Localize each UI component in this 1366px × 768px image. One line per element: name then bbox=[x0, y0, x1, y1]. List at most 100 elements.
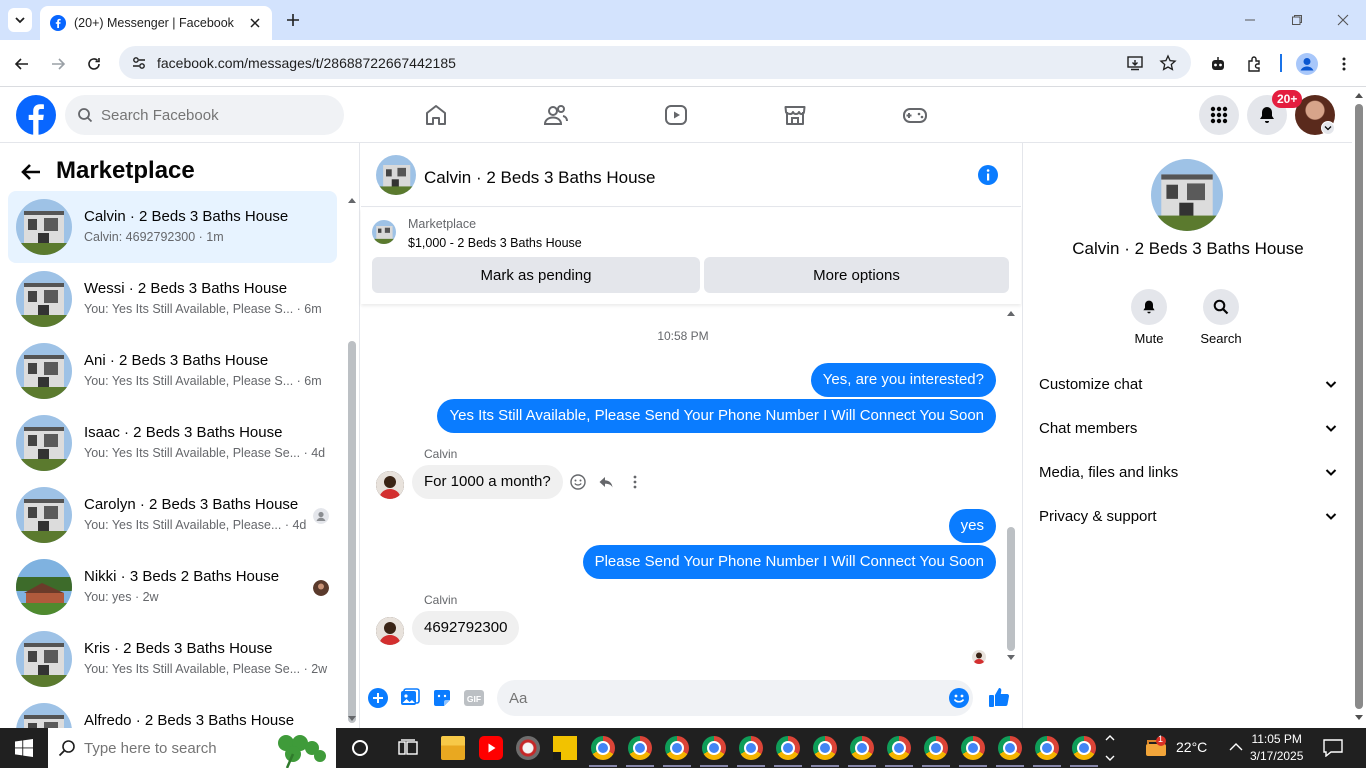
taskbar-overflow-icon[interactable] bbox=[1104, 730, 1116, 766]
bookmark-star-icon[interactable] bbox=[1159, 54, 1177, 72]
tab-close-icon[interactable] bbox=[244, 12, 266, 34]
conversation-item[interactable]: Ani · 2 Beds 3 Baths House You: Yes Its S… bbox=[8, 335, 337, 407]
reload-button[interactable] bbox=[81, 51, 107, 77]
restore-button[interactable] bbox=[1285, 8, 1309, 32]
mute-action[interactable]: Mute bbox=[1114, 289, 1184, 346]
profile-button[interactable] bbox=[1294, 51, 1320, 77]
scroll-down-arrow-icon[interactable] bbox=[347, 715, 357, 723]
chrome-window-icon[interactable] bbox=[628, 736, 652, 760]
tab-search-button[interactable] bbox=[8, 8, 32, 32]
chat-scrollbar[interactable] bbox=[1007, 527, 1015, 651]
taskbar-clock[interactable]: 11:05 PM 3/17/2025 bbox=[1250, 731, 1303, 765]
conversation-item[interactable]: Isaac · 2 Beds 3 Baths House You: Yes Its… bbox=[8, 407, 337, 479]
chrome-window-icon[interactable] bbox=[591, 736, 615, 760]
weather-temperature[interactable]: 22°C bbox=[1176, 739, 1207, 755]
notification-center-icon[interactable] bbox=[1323, 739, 1343, 757]
details-avatar[interactable] bbox=[1151, 159, 1223, 231]
incoming-message[interactable]: 4692792300 bbox=[412, 611, 520, 645]
close-window-button[interactable] bbox=[1331, 8, 1355, 32]
url-text[interactable]: facebook.com/messages/t/2868872266744218… bbox=[157, 55, 456, 71]
chrome-window-icon[interactable] bbox=[850, 736, 874, 760]
search-conversation-action[interactable]: Search bbox=[1186, 289, 1256, 346]
scroll-up-arrow-icon[interactable] bbox=[347, 196, 357, 204]
install-app-icon[interactable] bbox=[1126, 54, 1144, 72]
incoming-message[interactable]: For 1000 a month? bbox=[412, 465, 563, 499]
nav-marketplace[interactable] bbox=[779, 99, 811, 131]
reply-icon[interactable] bbox=[598, 474, 614, 490]
menu-button[interactable] bbox=[1199, 95, 1239, 135]
more-actions-icon[interactable] bbox=[627, 474, 643, 490]
back-button[interactable] bbox=[9, 51, 35, 77]
sticker-icon[interactable] bbox=[432, 688, 452, 708]
game-app-icon[interactable] bbox=[516, 736, 540, 760]
outgoing-message[interactable]: yes bbox=[948, 509, 996, 543]
chrome-window-icon[interactable] bbox=[739, 736, 763, 760]
nav-home[interactable] bbox=[420, 99, 452, 131]
chrome-window-icon[interactable] bbox=[887, 736, 911, 760]
message-input[interactable] bbox=[497, 680, 973, 716]
outgoing-message[interactable]: Yes, are you interested? bbox=[810, 363, 996, 397]
chrome-window-icon[interactable] bbox=[924, 736, 948, 760]
system-tray-chevron-icon[interactable] bbox=[1229, 742, 1243, 752]
windows-start-icon[interactable] bbox=[15, 739, 33, 757]
outgoing-message[interactable]: Please Send Your Phone Number I Will Con… bbox=[582, 545, 996, 579]
minimize-button[interactable] bbox=[1238, 8, 1262, 32]
task-view-icon[interactable] bbox=[398, 739, 418, 757]
privacy-support-row[interactable]: Privacy & support bbox=[1039, 494, 1337, 538]
emoji-icon[interactable] bbox=[949, 688, 969, 708]
extensions-button[interactable] bbox=[1242, 51, 1268, 77]
chrome-window-icon[interactable] bbox=[776, 736, 800, 760]
more-options-button[interactable]: More options bbox=[704, 257, 1009, 293]
listing-thumbnail[interactable] bbox=[372, 220, 396, 244]
info-icon[interactable] bbox=[978, 165, 998, 185]
sticky-notes-icon[interactable] bbox=[553, 736, 577, 760]
account-chevron-icon[interactable] bbox=[1321, 121, 1335, 135]
chrome-window-icon[interactable] bbox=[1072, 736, 1096, 760]
thumbs-up-icon[interactable] bbox=[988, 686, 1010, 708]
page-scrollbar-thumb[interactable] bbox=[1355, 104, 1363, 709]
nav-friends[interactable] bbox=[540, 99, 572, 131]
chat-members-row[interactable]: Chat members bbox=[1039, 406, 1337, 450]
site-info-icon[interactable] bbox=[131, 55, 147, 71]
new-tab-button[interactable] bbox=[282, 9, 304, 31]
extension-robot-button[interactable] bbox=[1205, 51, 1231, 77]
conversation-item[interactable]: Alfredo · 2 Beds 3 Baths House bbox=[8, 695, 337, 728]
chrome-window-icon[interactable] bbox=[1035, 736, 1059, 760]
page-scroll-up-icon[interactable] bbox=[1354, 91, 1364, 99]
gif-icon[interactable]: GIF bbox=[463, 688, 485, 708]
address-bar[interactable]: facebook.com/messages/t/2868872266744218… bbox=[119, 46, 1191, 79]
plus-circle-icon[interactable] bbox=[368, 688, 388, 708]
cortana-icon[interactable] bbox=[351, 739, 369, 757]
weather-icon[interactable] bbox=[1143, 735, 1169, 759]
chrome-window-icon[interactable] bbox=[702, 736, 726, 760]
chat-scroll-up-icon[interactable] bbox=[1006, 309, 1016, 317]
customize-chat-row[interactable]: Customize chat bbox=[1039, 362, 1337, 406]
chrome-menu-button[interactable] bbox=[1331, 51, 1357, 77]
back-arrow-icon[interactable] bbox=[20, 161, 42, 183]
forward-button[interactable] bbox=[45, 51, 71, 77]
left-scrollbar[interactable] bbox=[348, 341, 356, 723]
chrome-window-icon[interactable] bbox=[665, 736, 689, 760]
chrome-window-icon[interactable] bbox=[813, 736, 837, 760]
conversation-item[interactable]: Carolyn · 2 Beds 3 Baths House You: Yes I… bbox=[8, 479, 337, 551]
taskbar-search-input[interactable] bbox=[84, 739, 254, 757]
taskbar-search-box[interactable] bbox=[48, 728, 336, 768]
facebook-search-box[interactable] bbox=[65, 95, 344, 135]
conversation-item[interactable]: Calvin · 2 Beds 3 Baths House Calvin: 469… bbox=[8, 191, 337, 263]
sender-avatar[interactable] bbox=[376, 471, 404, 499]
sender-avatar[interactable] bbox=[376, 617, 404, 645]
page-scroll-down-icon[interactable] bbox=[1354, 714, 1364, 722]
facebook-search-input[interactable] bbox=[101, 106, 321, 124]
chat-scroll-down-icon[interactable] bbox=[1006, 654, 1016, 662]
chrome-window-icon[interactable] bbox=[961, 736, 985, 760]
facebook-logo-icon[interactable] bbox=[16, 95, 56, 135]
youtube-app-icon[interactable] bbox=[479, 736, 503, 760]
mark-as-pending-button[interactable]: Mark as pending bbox=[372, 257, 700, 293]
browser-tab[interactable]: (20+) Messenger | Facebook bbox=[40, 6, 272, 40]
chat-title[interactable]: Calvin · 2 Beds 3 Baths House bbox=[424, 168, 656, 188]
photo-icon[interactable] bbox=[400, 688, 420, 708]
react-smiley-icon[interactable] bbox=[570, 474, 586, 490]
chrome-window-icon[interactable] bbox=[998, 736, 1022, 760]
media-files-links-row[interactable]: Media, files and links bbox=[1039, 450, 1337, 494]
nav-video[interactable] bbox=[660, 99, 692, 131]
